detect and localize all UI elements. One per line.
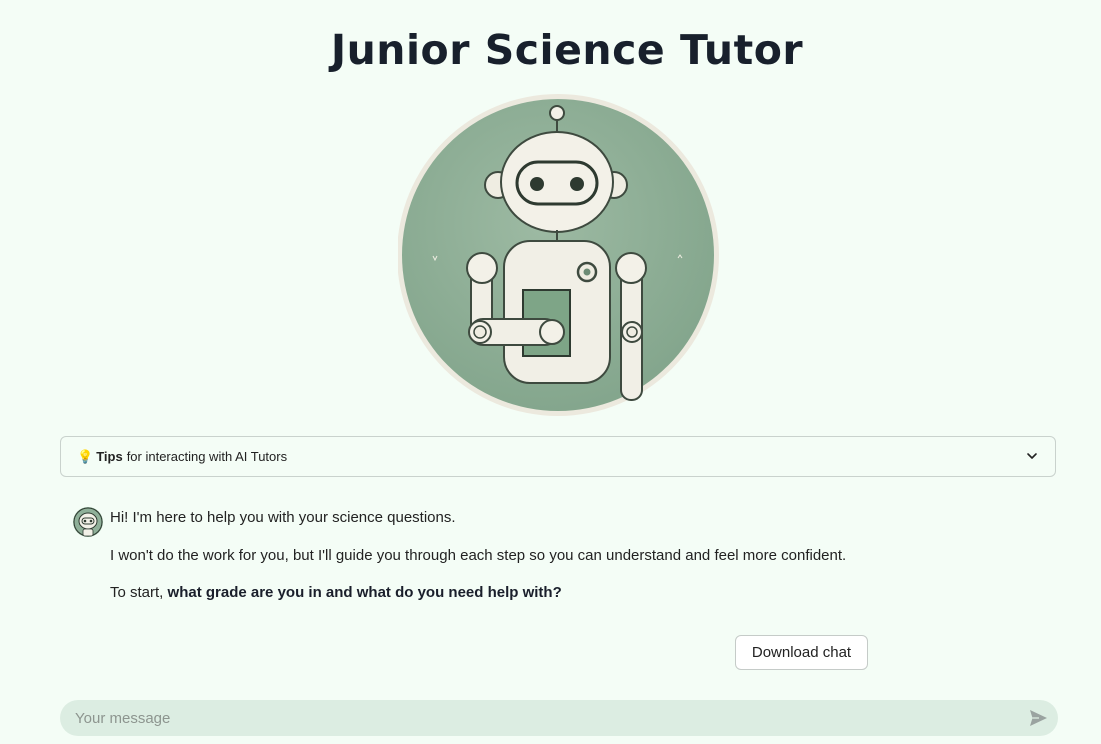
assistant-message-line: Hi! I'm here to help you with your scien… — [110, 509, 456, 526]
tips-label: for interacting with AI Tutors — [126, 449, 288, 464]
assistant-message-prompt: To start, what grade are you in and what… — [110, 584, 562, 601]
send-icon[interactable] — [1029, 709, 1048, 727]
robot-avatar — [73, 507, 103, 537]
robot-illustration — [397, 90, 720, 420]
message-composer — [60, 700, 1058, 736]
tips-expander[interactable]: 💡 Tips for interacting with AI Tutors — [60, 436, 1056, 477]
page-title: Junior Science Tutor — [330, 26, 804, 74]
prompt-question: what grade are you in and what do you ne… — [167, 584, 562, 601]
prompt-prefix: To start, — [110, 584, 164, 601]
download-chat-button[interactable]: Download chat — [735, 635, 868, 670]
lightbulb-icon: 💡 — [77, 448, 94, 464]
chevron-down-icon[interactable] — [1025, 449, 1039, 463]
tips-bold-label: Tips — [96, 449, 123, 464]
message-input[interactable] — [75, 700, 1015, 736]
assistant-message-line: I won't do the work for you, but I'll gu… — [110, 547, 847, 564]
